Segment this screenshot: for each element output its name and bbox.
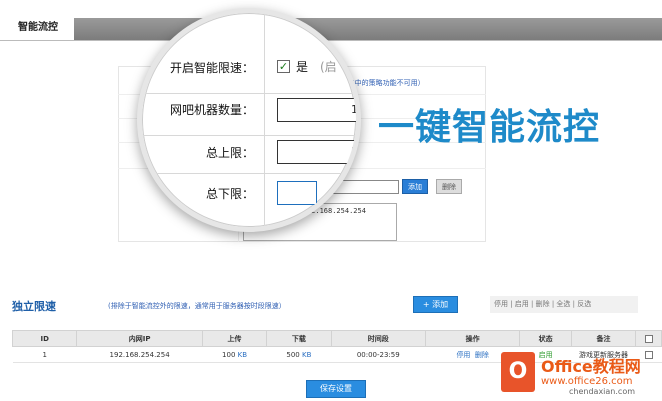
row-id: 1 [12, 346, 77, 363]
col-operation: 操作 [424, 330, 521, 347]
mag-row-divider [142, 135, 356, 136]
machine-count-label: 网吧机器数量： [169, 103, 254, 117]
magnifier-lens: 开启智能限速： ✓ 是 (启 网吧机器数量： 10 总上限： 10 总下限： [137, 8, 361, 232]
row-upload-unit: KB [237, 350, 248, 359]
row-upload: 100 KB [202, 346, 267, 363]
enable-limit-checkbox[interactable]: ✓ [277, 60, 290, 73]
upload-limit-label: 总上限： [205, 146, 254, 160]
col-id: ID [11, 330, 78, 347]
headline: 一键智能流控 [378, 107, 601, 148]
mag-row-divider [142, 93, 356, 94]
select-all-checkbox[interactable] [644, 334, 653, 343]
enable-hint-fragment: (启 [320, 60, 337, 74]
logo-url: chendaxian.com [569, 387, 635, 396]
office-logo-icon: O [501, 352, 535, 392]
delete-range-button[interactable]: 删除 [436, 179, 462, 194]
row-ip: 192.168.254.254 [76, 346, 203, 363]
section-hint: (排除于智能流控外的限速，通常用于服务器按时段限速） [108, 302, 286, 310]
row-stop-link[interactable]: 停用 [456, 351, 470, 359]
logo-title: Office教程网 [541, 357, 641, 376]
enable-limit-label: 开启智能限速： [169, 61, 254, 75]
tab-smart-flow-control[interactable]: 智能流控 [0, 18, 74, 40]
section-title: 独立限速 [12, 300, 56, 313]
col-status: 状态 [519, 330, 572, 347]
row-upload-value: 100 [222, 350, 236, 359]
row-download-value: 500 [286, 350, 300, 359]
add-rule-button[interactable]: + 添加 [413, 296, 458, 313]
col-select-all[interactable] [635, 330, 662, 347]
enable-yes-label: 是 [296, 60, 309, 74]
mag-col-divider [264, 13, 265, 227]
col-upload: 上传 [201, 330, 268, 347]
col-ip: 内网IP [76, 330, 203, 347]
upload-limit-input[interactable]: 10 [277, 140, 356, 164]
col-time: 时间段 [330, 330, 426, 347]
row-download: 500 KB [266, 346, 332, 363]
col-download: 下载 [266, 330, 332, 347]
download-limit-label: 总下限： [205, 187, 254, 201]
row-time: 00:00-23:59 [331, 346, 426, 363]
row-download-unit: KB [302, 350, 312, 359]
col-note: 备注 [570, 330, 637, 347]
row-delete-link[interactable]: 删除 [475, 351, 489, 359]
watermark-logo: O Office教程网 www.office26.com chendaxian.… [497, 350, 662, 401]
table-header-row: ID 内网IP 上传 下载 时间段 操作 状态 备注 [11, 330, 662, 347]
mag-row-divider [142, 173, 356, 174]
bulk-actions[interactable]: 停用 | 启用 | 删除 | 全选 | 反选 [490, 296, 638, 313]
machine-count-input[interactable]: 10 [277, 98, 356, 122]
download-limit-input[interactable] [277, 181, 317, 205]
add-range-button[interactable]: 添加 [402, 179, 428, 194]
logo-subtitle: www.office26.com [541, 376, 633, 387]
save-settings-button[interactable]: 保存设置 [306, 380, 366, 398]
